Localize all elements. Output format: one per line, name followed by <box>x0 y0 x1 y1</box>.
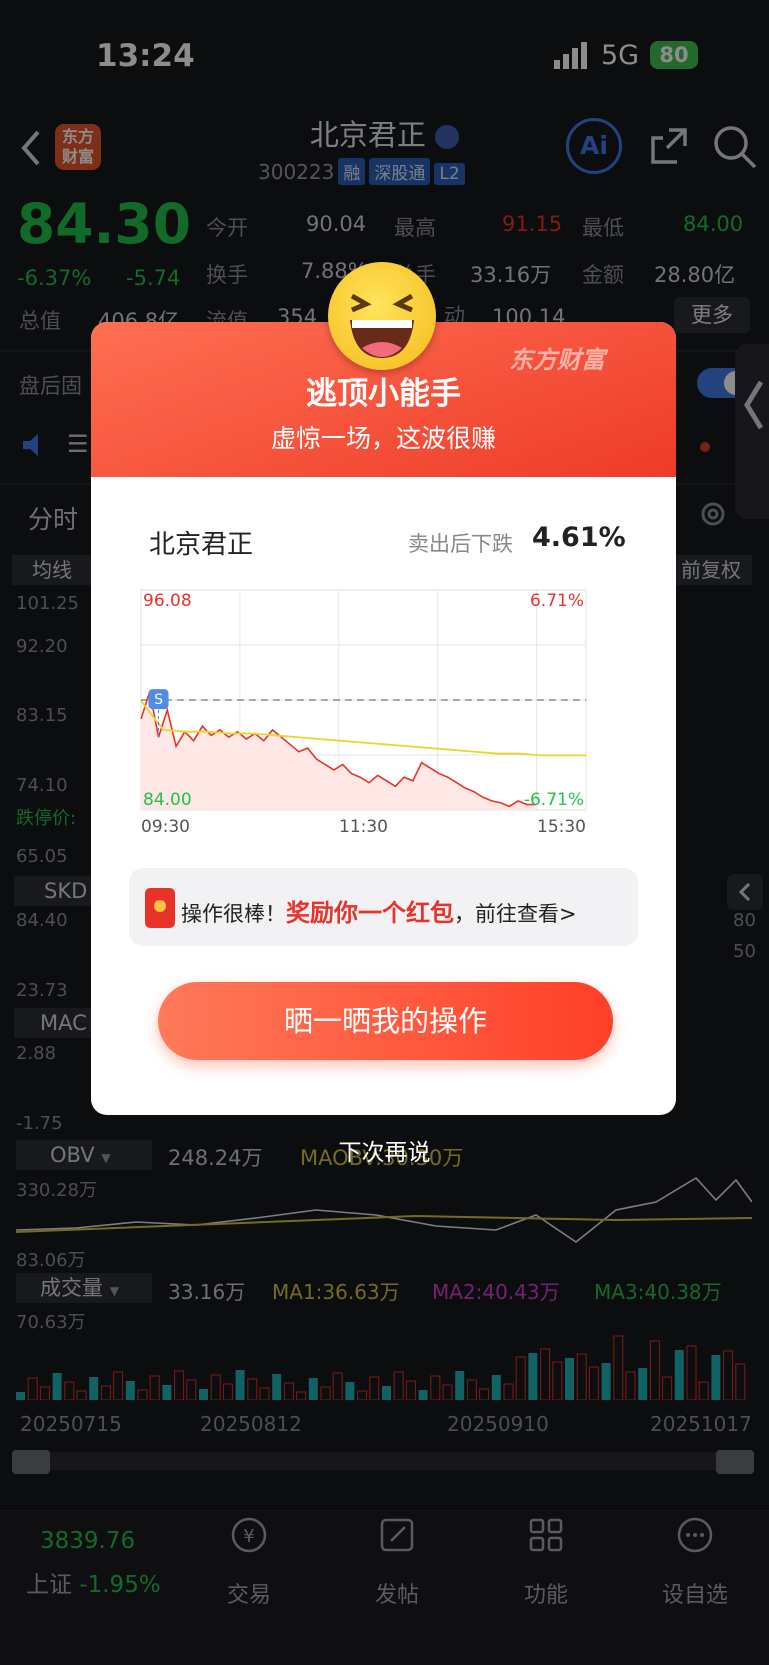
red-packet-icon <box>145 888 175 928</box>
drop-value: 4.61% <box>532 522 626 553</box>
pct-bottom-label: -6.71% <box>524 790 584 810</box>
modal-subtitle: 虚惊一场，这波很赚 <box>270 424 496 453</box>
x-tick-label: 09:30 <box>141 817 190 832</box>
reward-banner[interactable]: 操作很棒！奖励你一个红包，前往查看> <box>129 868 638 946</box>
reward-highlight: 奖励你一个红包 <box>286 899 454 927</box>
pct-top-label: 6.71% <box>530 591 584 611</box>
dismiss-later-button[interactable]: 下次再说 <box>0 1133 769 1167</box>
y-top-label: 96.08 <box>143 591 192 611</box>
intraday-chart: S 96.08 6.71% 84.00 -6.71% 09:30 11:30 15:30 <box>140 589 587 832</box>
x-tick-label: 11:30 <box>339 817 388 832</box>
modal-stock-name: 北京君正 <box>149 530 254 560</box>
x-tick-label: 15:30 <box>537 817 586 832</box>
drop-label: 卖出后下跌 <box>408 532 513 556</box>
modal-title: 逃顶小能手 <box>306 376 461 412</box>
share-button[interactable]: 晒一晒我的操作 <box>158 982 613 1060</box>
reward-text: 操作很棒！奖励你一个红包，前往查看> <box>181 893 577 928</box>
laughing-emoji-icon <box>328 262 436 370</box>
reward-pre: 操作很棒！ <box>181 902 286 926</box>
sell-marker-label: S <box>154 692 163 708</box>
reward-link[interactable]: ，前往查看> <box>454 902 577 926</box>
y-bottom-label: 84.00 <box>143 790 192 810</box>
result-modal: 东方财富 逃顶小能手 虚惊一场，这波很赚 北京君正 卖出后下跌 4.61% S9… <box>91 322 676 1115</box>
